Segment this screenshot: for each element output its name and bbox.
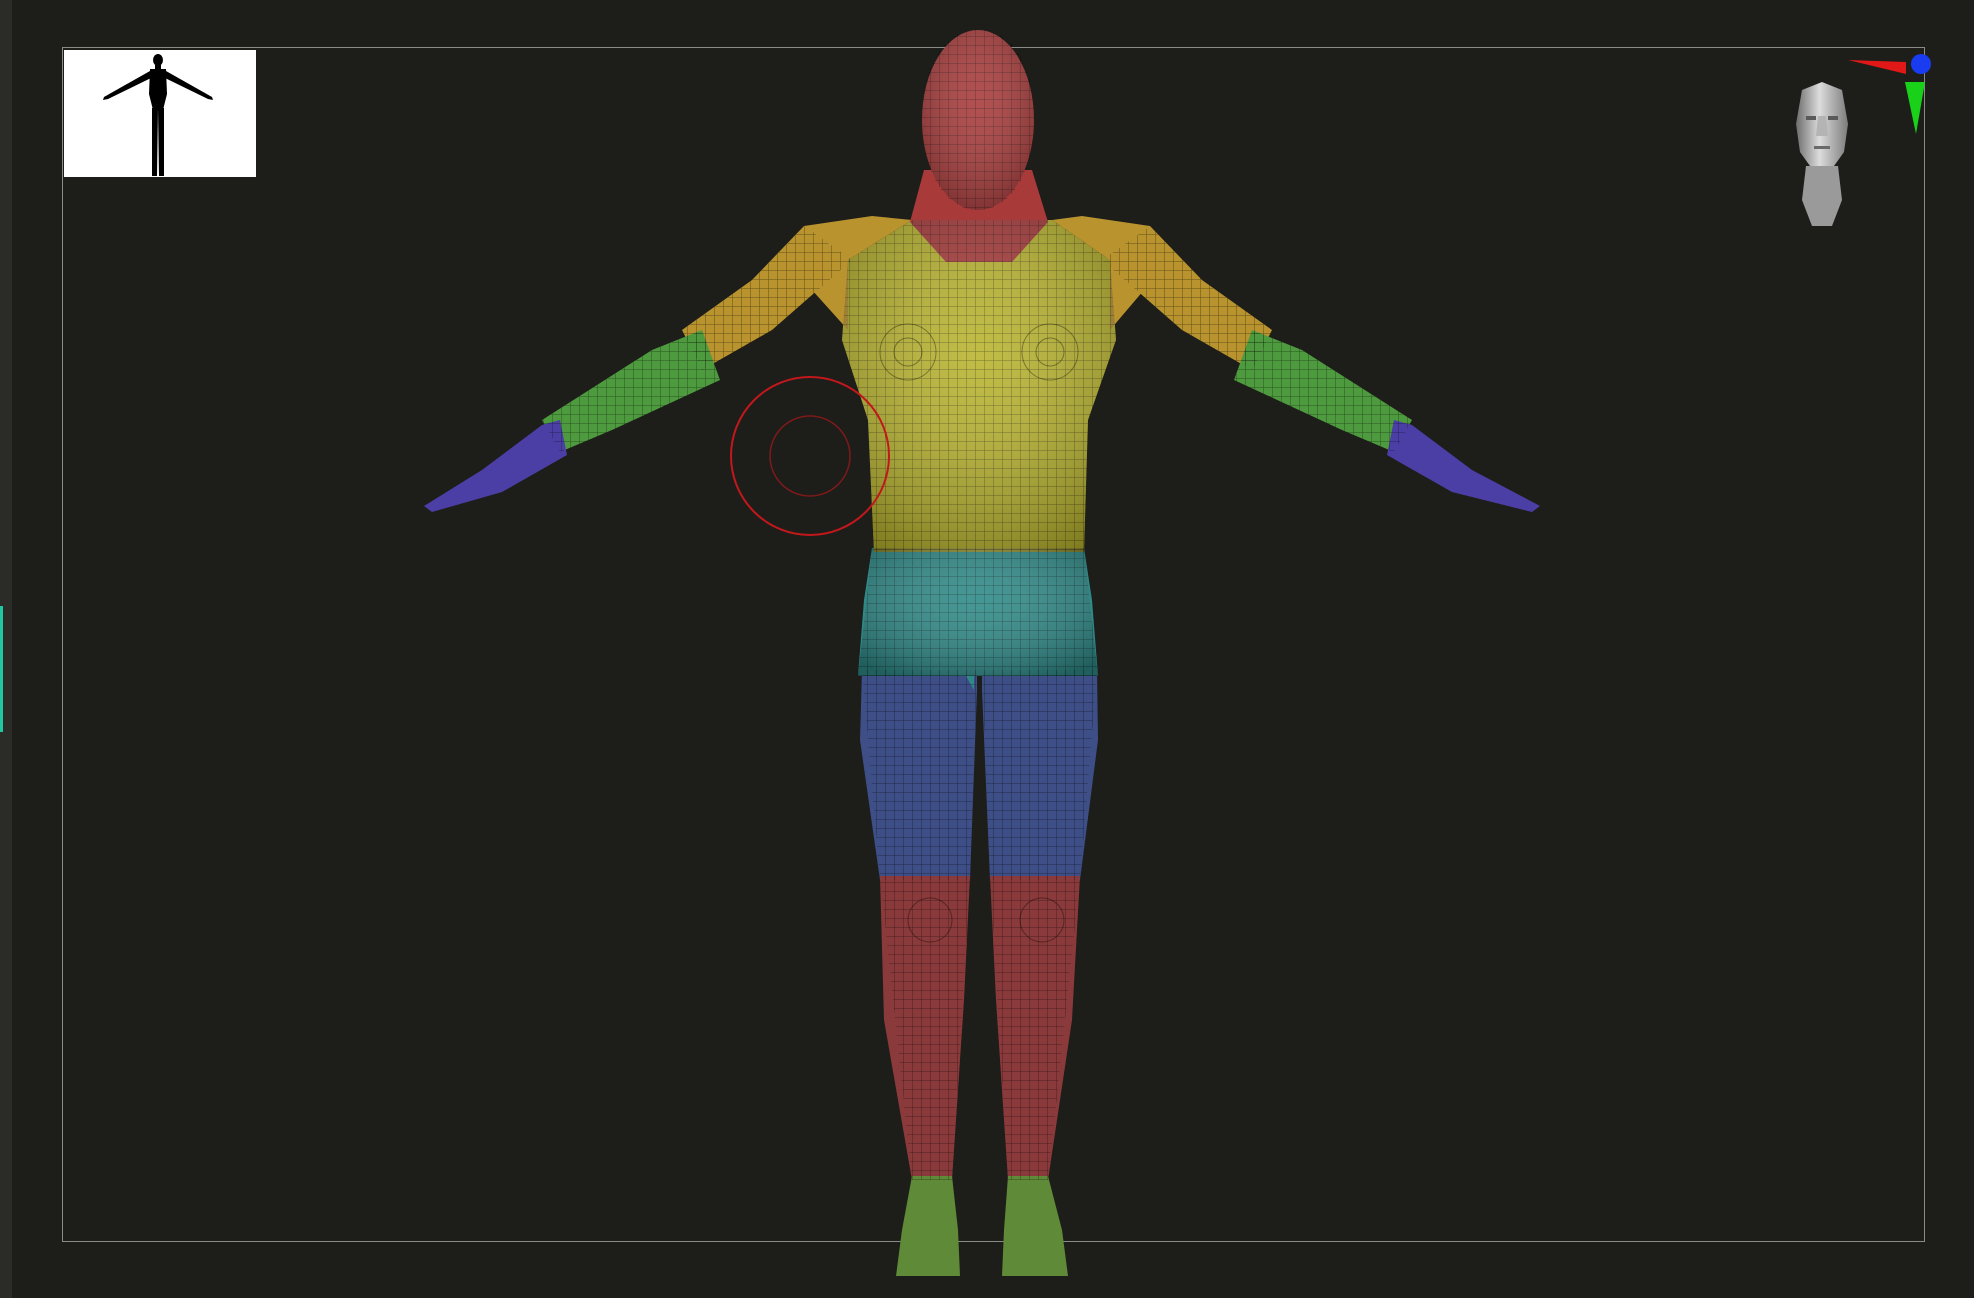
active-indicator [0,606,3,732]
right-hand [1387,420,1540,512]
mesh-shading [842,30,1116,676]
brush-cursor-icon [730,376,890,536]
left-hand [424,420,567,512]
human-base-mesh[interactable] [24,0,1974,1298]
document-viewport[interactable] [12,0,1974,1298]
feet [896,1176,1068,1276]
